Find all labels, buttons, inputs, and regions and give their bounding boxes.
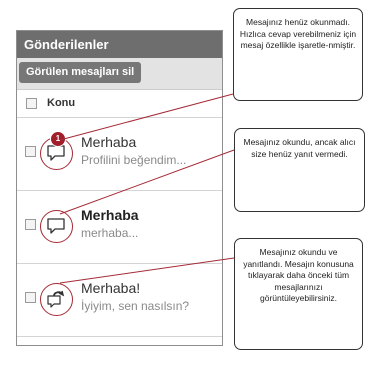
callout-read: Mesajınız okundu, ancak alıcı size henüz… bbox=[234, 128, 365, 212]
connector-line bbox=[59, 257, 235, 284]
callout-replied: Mesajınız okundu ve yanıtlandı. Mesajın … bbox=[234, 238, 363, 350]
connector-line bbox=[59, 149, 235, 215]
callout-unread: Mesajınız henüz okunmadı. Hızlıca cevap … bbox=[233, 8, 363, 101]
connector-line bbox=[59, 93, 234, 141]
